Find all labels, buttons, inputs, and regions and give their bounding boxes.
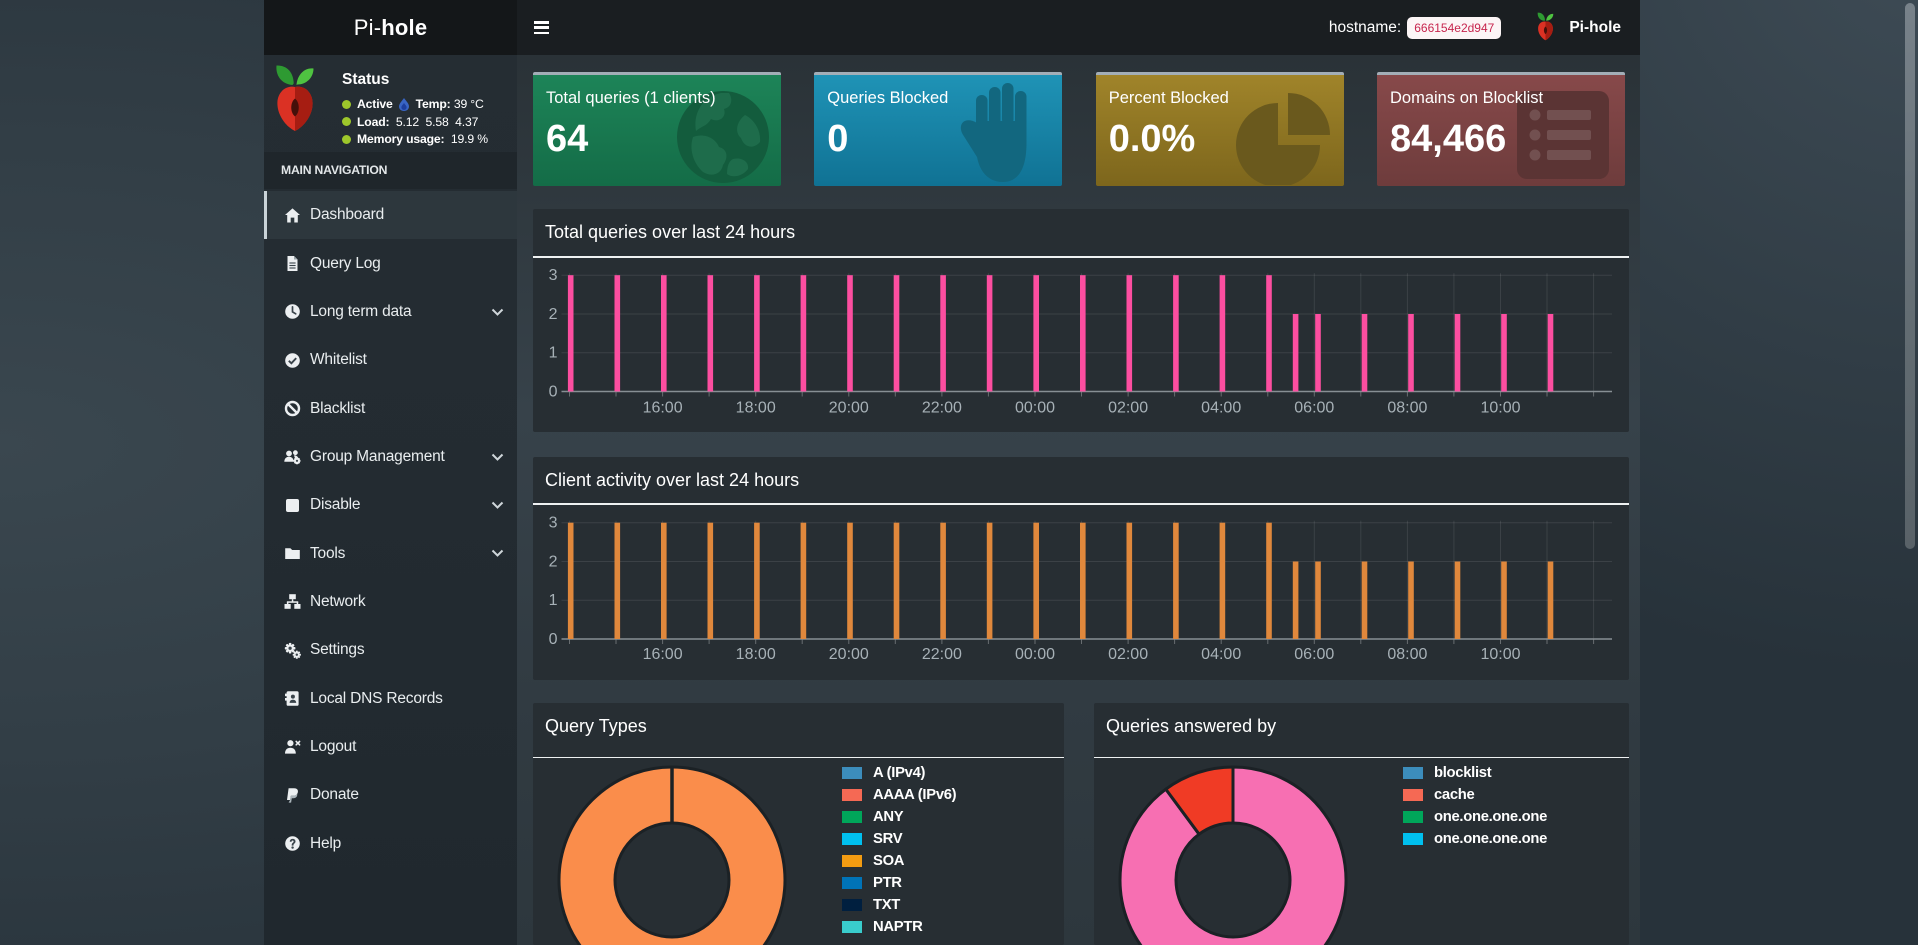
svg-text:1: 1	[549, 345, 558, 362]
svg-text:00:00: 00:00	[1015, 646, 1055, 663]
svg-text:16:00: 16:00	[643, 646, 683, 663]
svg-text:1: 1	[549, 592, 558, 609]
svg-text:02:00: 02:00	[1108, 646, 1148, 663]
svg-text:08:00: 08:00	[1387, 400, 1427, 417]
svg-text:22:00: 22:00	[922, 646, 962, 663]
svg-text:0: 0	[549, 384, 558, 401]
svg-text:18:00: 18:00	[736, 400, 776, 417]
svg-text:04:00: 04:00	[1201, 400, 1241, 417]
svg-text:04:00: 04:00	[1201, 646, 1241, 663]
svg-text:3: 3	[549, 267, 558, 284]
svg-text:10:00: 10:00	[1480, 646, 1520, 663]
svg-text:20:00: 20:00	[829, 400, 869, 417]
svg-text:08:00: 08:00	[1387, 646, 1427, 663]
svg-text:18:00: 18:00	[736, 646, 776, 663]
svg-text:20:00: 20:00	[829, 646, 869, 663]
svg-text:10:00: 10:00	[1480, 400, 1520, 417]
svg-text:2: 2	[549, 554, 558, 571]
svg-text:00:00: 00:00	[1015, 400, 1055, 417]
svg-text:2: 2	[549, 306, 558, 323]
svg-text:22:00: 22:00	[922, 400, 962, 417]
svg-text:02:00: 02:00	[1108, 400, 1148, 417]
svg-text:3: 3	[549, 515, 558, 532]
svg-text:06:00: 06:00	[1294, 646, 1334, 663]
svg-text:0: 0	[549, 631, 558, 648]
svg-text:06:00: 06:00	[1294, 400, 1334, 417]
svg-text:16:00: 16:00	[643, 400, 683, 417]
